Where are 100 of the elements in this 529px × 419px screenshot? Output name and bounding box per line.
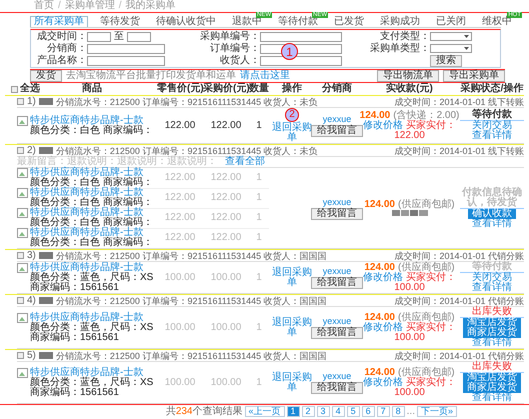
pay-type-select[interactable] xyxy=(430,32,472,41)
result-count: 共234个查询结果 xyxy=(166,406,242,416)
edit-price-link[interactable]: 修改价格 xyxy=(363,322,403,332)
page-button[interactable]: 4 xyxy=(332,406,345,417)
edit-price-link[interactable]: 修改价格 xyxy=(363,272,403,282)
buyer-paid-text: 100.00 xyxy=(394,332,425,342)
order-checkbox[interactable] xyxy=(17,147,24,154)
filter-tab[interactable]: 所有采购单 xyxy=(30,16,88,27)
filter-tab[interactable]: 采购成功 xyxy=(376,16,424,27)
filter-tab[interactable]: 已关闭 xyxy=(432,16,470,27)
action-button[interactable]: 确认收款 xyxy=(468,208,516,218)
ship-button[interactable]: 发货 xyxy=(30,70,62,82)
action-link[interactable]: 查看详情 xyxy=(472,283,512,293)
product-code: 商家编码：1561561 xyxy=(30,332,119,342)
product-attribute: 颜色分类：白色 xyxy=(30,198,100,208)
filter-tab[interactable]: 等待发货 xyxy=(96,16,144,27)
message-button[interactable]: 给我留言 xyxy=(311,125,363,137)
retail-price: 100.00 xyxy=(164,272,196,282)
edit-price-link[interactable]: 修改价格 xyxy=(363,120,403,130)
order-checkbox[interactable] xyxy=(17,352,24,359)
caret-icon xyxy=(464,35,469,38)
column-header: 商品 xyxy=(82,84,102,94)
select-all-checkbox[interactable] xyxy=(11,86,18,92)
amount-note: (供应商包邮) xyxy=(398,312,455,322)
latest-message: 最新留言：退款说明：退款说明：退款说明： xyxy=(17,157,217,167)
action-button[interactable]: 商家店发货 xyxy=(463,328,521,338)
column-header: 零售价(元) xyxy=(157,84,203,94)
product-link[interactable]: 特步供应商特步品牌-士款 xyxy=(30,167,144,178)
action-link[interactable]: 关闭交易 xyxy=(472,121,512,131)
export-button[interactable]: 导出采购单 xyxy=(443,70,505,82)
product-link[interactable]: 特步供应商特步品牌-士款 xyxy=(30,262,144,272)
page-button[interactable]: 6 xyxy=(362,406,375,417)
export-button[interactable]: 导出物流单 xyxy=(377,70,439,82)
message-button[interactable]: 给我留言 xyxy=(311,208,363,220)
breadcrumb-item[interactable]: 我的采购单 xyxy=(126,0,176,12)
date-field[interactable] xyxy=(127,32,151,42)
message-button[interactable]: 给我留言 xyxy=(311,277,363,289)
distributor-link[interactable]: yexxue xyxy=(322,266,352,276)
breadcrumb-item[interactable]: 首页 xyxy=(34,0,54,12)
next-page-button[interactable]: 下一页» xyxy=(416,406,457,417)
action-button[interactable]: 淘宝店发货 xyxy=(463,373,521,383)
po-number-field[interactable] xyxy=(260,32,342,42)
quantity: 1 xyxy=(256,233,262,243)
previous-page-button[interactable]: «上一页 xyxy=(244,406,285,417)
quantity: 1 xyxy=(256,213,262,223)
distributor-link[interactable]: yexxue xyxy=(322,114,352,124)
hint-text: 去淘宝物流平台批量打印发货单和运单 xyxy=(66,71,236,81)
order-index: 4) xyxy=(27,296,36,306)
action-link[interactable]: 关闭交易 xyxy=(472,273,512,283)
column-header: 分销商 xyxy=(320,84,353,94)
field-label: 产品名称： xyxy=(36,56,87,66)
status-text: 等待付款 xyxy=(460,110,524,121)
edit-price-link[interactable]: 修改价格 xyxy=(363,378,403,388)
action-button[interactable]: 淘宝店发货 xyxy=(463,318,521,328)
message-button[interactable]: 给我留言 xyxy=(311,382,363,394)
hint-link[interactable]: 请点击这里 xyxy=(240,71,290,81)
image-placeholder-icon xyxy=(17,312,28,322)
po-type-select[interactable] xyxy=(430,44,472,53)
order-checkbox[interactable] xyxy=(17,297,24,304)
page-button[interactable]: 2 xyxy=(302,406,315,417)
field-label: 分销商： xyxy=(46,44,87,54)
image-placeholder-icon xyxy=(17,188,28,198)
search-button[interactable]: 搜索 xyxy=(430,54,462,66)
action-link[interactable]: 查看详情 xyxy=(472,131,512,141)
distributor-field[interactable] xyxy=(87,44,165,54)
message-button[interactable]: 给我留言 xyxy=(311,327,363,339)
quantity: 1 xyxy=(256,193,262,203)
product-link[interactable]: 特步供应商特步品牌-士款 xyxy=(30,114,144,126)
purchase-price: 100.00 xyxy=(210,322,242,332)
tag-icon xyxy=(38,297,53,304)
product-name-field[interactable] xyxy=(87,56,165,66)
date-field[interactable] xyxy=(87,32,111,42)
distributor-link[interactable]: yexxue xyxy=(322,371,352,381)
distributor-link[interactable]: yexxue xyxy=(322,316,352,326)
page-button[interactable]: 8 xyxy=(392,406,405,417)
page-button[interactable]: 1 xyxy=(286,406,300,417)
product-link[interactable]: 特步供应商特步品牌-士款 xyxy=(30,366,144,378)
quantity: 1 xyxy=(256,322,262,332)
view-all-link[interactable]: 查看全部 xyxy=(225,157,265,167)
amount-total: 124.00 xyxy=(364,312,395,322)
receiver-field[interactable] xyxy=(260,56,342,66)
product-link[interactable]: 特步供应商特步品牌-士款 xyxy=(30,187,144,198)
page-button[interactable]: 5 xyxy=(346,406,360,417)
filter-tab[interactable]: 维权中 xyxy=(478,16,516,27)
breadcrumb-item[interactable]: 采购单管理 xyxy=(64,0,115,12)
order-time: 成交时间：2014-01-01 代销分账 xyxy=(394,350,524,360)
filter-tab[interactable]: 已发货 xyxy=(330,16,368,27)
product-attribute: 颜色分类：白色 xyxy=(30,218,100,228)
tag-icon xyxy=(38,98,53,105)
page-button[interactable]: 3 xyxy=(316,406,330,417)
product-link[interactable]: 特步供应商特步品牌-士款 xyxy=(30,227,144,238)
action-button[interactable]: 商家店发货 xyxy=(463,383,521,393)
product-link[interactable]: 特步供应商特步品牌-士款 xyxy=(30,207,144,218)
page-button[interactable]: 7 xyxy=(376,406,390,417)
distributor-link[interactable]: yexxue xyxy=(322,196,352,206)
filter-tab[interactable]: 待确认收货中 xyxy=(152,16,220,27)
order-checkbox[interactable] xyxy=(17,98,24,105)
order-index: 1) xyxy=(27,96,36,106)
order-checkbox[interactable] xyxy=(17,252,24,259)
product-link[interactable]: 特步供应商特步品牌-士款 xyxy=(30,312,144,322)
